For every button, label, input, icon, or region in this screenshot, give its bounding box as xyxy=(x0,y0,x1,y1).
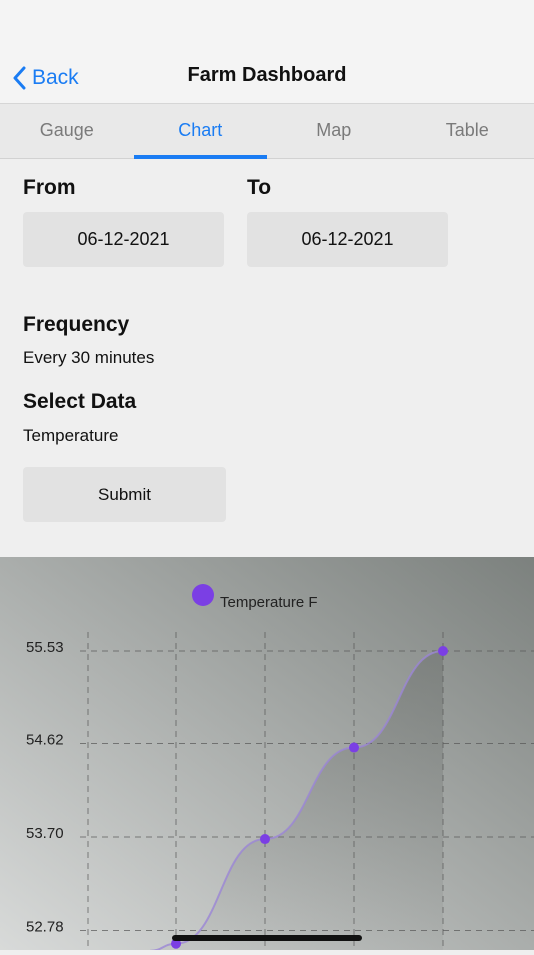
tab-map[interactable]: Map xyxy=(267,104,401,158)
from-date-field[interactable]: 06-12-2021 xyxy=(23,212,224,267)
data-point[interactable] xyxy=(349,743,359,753)
y-tick-label: 52.78 xyxy=(26,919,64,936)
data-point[interactable] xyxy=(260,834,270,844)
data-point[interactable] xyxy=(438,646,448,656)
chart-svg: 55.53 54.62 53.70 52.78 Temperature F xyxy=(0,557,534,950)
y-tick-label: 53.70 xyxy=(26,825,64,842)
home-indicator xyxy=(172,935,362,941)
legend-label: Temperature F xyxy=(220,594,318,611)
to-label: To xyxy=(247,176,271,200)
from-label: From xyxy=(23,176,76,200)
frequency-label: Frequency xyxy=(23,313,129,337)
select-data-value[interactable]: Temperature xyxy=(23,426,118,446)
y-tick-label: 54.62 xyxy=(26,731,64,748)
select-data-label: Select Data xyxy=(23,390,136,414)
y-tick-label: 55.53 xyxy=(26,639,64,656)
tab-gauge[interactable]: Gauge xyxy=(0,104,134,158)
tab-table[interactable]: Table xyxy=(401,104,534,158)
temperature-chart: 55.53 54.62 53.70 52.78 Temperature F xyxy=(0,557,534,950)
frequency-value[interactable]: Every 30 minutes xyxy=(23,348,154,368)
tab-chart[interactable]: Chart xyxy=(134,104,268,158)
nav-bar: Back Farm Dashboard xyxy=(0,0,534,104)
to-date-field[interactable]: 06-12-2021 xyxy=(247,212,448,267)
tab-bar: Gauge Chart Map Table xyxy=(0,104,534,159)
page-title: Farm Dashboard xyxy=(0,64,534,87)
submit-button[interactable]: Submit xyxy=(23,467,226,522)
legend-swatch xyxy=(192,584,214,606)
